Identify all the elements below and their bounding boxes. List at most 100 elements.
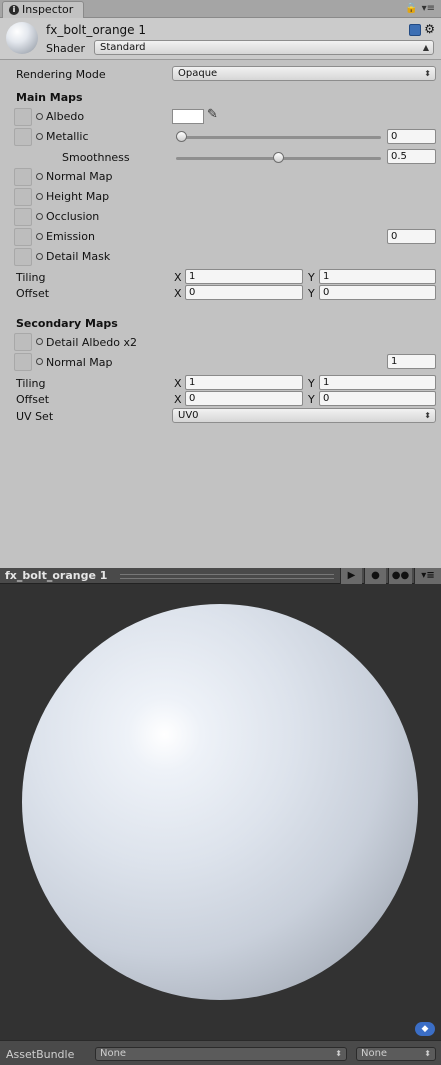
main-tiling-x-label: X bbox=[174, 271, 182, 284]
secondary-tiling-label: Tiling bbox=[16, 377, 46, 390]
secondary-offset-y-label: Y bbox=[308, 393, 315, 406]
asset-bundle-variant-value: None bbox=[361, 1048, 388, 1059]
asset-bundle-value: None bbox=[100, 1048, 127, 1059]
tab-inspector[interactable]: i Inspector bbox=[2, 1, 84, 18]
preview-title: fx_bolt_orange 1 bbox=[5, 569, 108, 582]
smoothness-label: Smoothness bbox=[62, 151, 130, 164]
secondary-tiling-y-label: Y bbox=[308, 377, 315, 390]
preview-sphere bbox=[22, 604, 418, 1000]
texture-picker-icon[interactable] bbox=[36, 193, 43, 200]
main-offset-x-field[interactable]: 0 bbox=[185, 285, 303, 300]
secondary-normal-map-texture-slot[interactable] bbox=[14, 353, 32, 371]
main-tiling-x-field[interactable]: 1 bbox=[185, 269, 303, 284]
uv-set-label: UV Set bbox=[16, 410, 54, 423]
preview-menu-icon[interactable]: ▾≡ bbox=[414, 568, 441, 584]
metallic-texture-slot[interactable] bbox=[14, 128, 32, 146]
texture-picker-icon[interactable] bbox=[36, 358, 43, 365]
rendering-mode-dropdown[interactable]: Opaque ⬍ bbox=[172, 66, 436, 81]
occlusion-label: Occlusion bbox=[46, 210, 100, 223]
help-book-icon[interactable] bbox=[409, 23, 422, 36]
metallic-slider-track[interactable] bbox=[176, 136, 381, 139]
shader-value: Standard bbox=[100, 42, 146, 53]
play-icon[interactable]: ▶ bbox=[340, 568, 362, 584]
menu-icon[interactable]: ▾≡ bbox=[422, 3, 435, 14]
uv-set-dropdown[interactable]: UV0 ⬍ bbox=[172, 408, 436, 423]
height-map-texture-slot[interactable] bbox=[14, 188, 32, 206]
eyedropper-icon[interactable]: ✎ bbox=[207, 107, 218, 122]
secondary-normal-map-label: Normal Map bbox=[46, 356, 113, 369]
uv-set-value: UV0 bbox=[178, 410, 199, 421]
asset-bundle-label: AssetBundle bbox=[6, 1048, 75, 1061]
metallic-value-field[interactable]: 0 bbox=[387, 129, 436, 144]
height-map-label: Height Map bbox=[46, 190, 110, 203]
main-maps-title: Main Maps bbox=[16, 91, 83, 104]
normal-map-label: Normal Map bbox=[46, 170, 113, 183]
asset-bundle-bar: AssetBundle None ⬍ None ⬍ bbox=[0, 1040, 441, 1065]
secondary-offset-x-field[interactable]: 0 bbox=[185, 391, 303, 406]
preview-lights-icon[interactable]: ●● bbox=[388, 568, 412, 584]
main-tiling-label: Tiling bbox=[16, 271, 46, 284]
preview-sphere-icon[interactable]: ● bbox=[364, 568, 386, 584]
asset-bundle-variant-dropdown[interactable]: None ⬍ bbox=[356, 1047, 436, 1061]
preview-header: fx_bolt_orange 1 ▶ ● ●● ▾≡ bbox=[0, 568, 441, 584]
tab-tools: 🔒 ▾≡ bbox=[401, 3, 435, 14]
shader-dropdown[interactable]: Standard ▲ bbox=[94, 40, 434, 55]
normal-map-texture-slot[interactable] bbox=[14, 168, 32, 186]
info-icon: i bbox=[9, 5, 19, 15]
texture-picker-icon[interactable] bbox=[36, 338, 43, 345]
material-name: fx_bolt_orange 1 bbox=[46, 23, 147, 37]
dropdown-arrow-icon: ⬍ bbox=[335, 1049, 342, 1058]
dropdown-arrow-icon: ⬍ bbox=[424, 69, 431, 78]
main-tiling-y-label: Y bbox=[308, 271, 315, 284]
occlusion-texture-slot[interactable] bbox=[14, 208, 32, 226]
gear-icon[interactable]: ⚙ bbox=[424, 22, 435, 36]
detail-albedo-label: Detail Albedo x2 bbox=[46, 336, 137, 349]
emission-value-field[interactable]: 0 bbox=[387, 229, 436, 244]
emission-texture-slot[interactable] bbox=[14, 228, 32, 246]
secondary-tiling-x-field[interactable]: 1 bbox=[185, 375, 303, 390]
tab-strip: i Inspector 🔒 ▾≡ bbox=[0, 0, 441, 18]
dropdown-arrow-icon: ⬍ bbox=[424, 411, 431, 420]
texture-picker-icon[interactable] bbox=[36, 213, 43, 220]
detail-mask-texture-slot[interactable] bbox=[14, 248, 32, 266]
main-offset-y-label: Y bbox=[308, 287, 315, 300]
preview-resize-grip[interactable] bbox=[120, 574, 334, 579]
texture-picker-icon[interactable] bbox=[36, 133, 43, 140]
albedo-color-swatch[interactable] bbox=[172, 109, 204, 124]
material-header: fx_bolt_orange 1 Shader Standard ▲ ⚙ bbox=[0, 18, 441, 60]
secondary-tiling-y-field[interactable]: 1 bbox=[319, 375, 436, 390]
lock-icon[interactable]: 🔒 bbox=[405, 3, 417, 14]
texture-picker-icon[interactable] bbox=[36, 253, 43, 260]
secondary-offset-y-field[interactable]: 0 bbox=[319, 391, 436, 406]
smoothness-slider-knob[interactable] bbox=[273, 152, 284, 163]
detail-albedo-texture-slot[interactable] bbox=[14, 333, 32, 351]
texture-picker-icon[interactable] bbox=[36, 113, 43, 120]
secondary-offset-label: Offset bbox=[16, 393, 50, 406]
rendering-mode-label: Rendering Mode bbox=[16, 68, 106, 81]
main-offset-y-field[interactable]: 0 bbox=[319, 285, 436, 300]
metallic-slider-knob[interactable] bbox=[176, 131, 187, 142]
dropdown-arrow-icon: ⬍ bbox=[424, 1049, 431, 1058]
tab-label: Inspector bbox=[22, 3, 74, 16]
asset-label-icon[interactable]: ◆ bbox=[415, 1022, 435, 1036]
detail-mask-label: Detail Mask bbox=[46, 250, 111, 263]
metallic-label: Metallic bbox=[46, 130, 89, 143]
asset-bundle-dropdown[interactable]: None ⬍ bbox=[95, 1047, 347, 1061]
smoothness-value-field[interactable]: 0.5 bbox=[387, 149, 436, 164]
header-icons: ⚙ bbox=[409, 22, 435, 36]
texture-picker-icon[interactable] bbox=[36, 233, 43, 240]
dropdown-arrow-icon: ▲ bbox=[422, 43, 429, 52]
emission-label: Emission bbox=[46, 230, 95, 243]
main-offset-label: Offset bbox=[16, 287, 50, 300]
secondary-normal-scale-field[interactable]: 1 bbox=[387, 354, 436, 369]
main-tiling-y-field[interactable]: 1 bbox=[319, 269, 436, 284]
material-thumbnail bbox=[6, 22, 38, 54]
material-preview[interactable] bbox=[0, 584, 441, 1040]
texture-picker-icon[interactable] bbox=[36, 173, 43, 180]
secondary-offset-x-label: X bbox=[174, 393, 182, 406]
main-offset-x-label: X bbox=[174, 287, 182, 300]
rendering-mode-value: Opaque bbox=[178, 68, 218, 79]
albedo-label: Albedo bbox=[46, 110, 85, 123]
secondary-maps-title: Secondary Maps bbox=[16, 317, 118, 330]
albedo-texture-slot[interactable] bbox=[14, 108, 32, 126]
